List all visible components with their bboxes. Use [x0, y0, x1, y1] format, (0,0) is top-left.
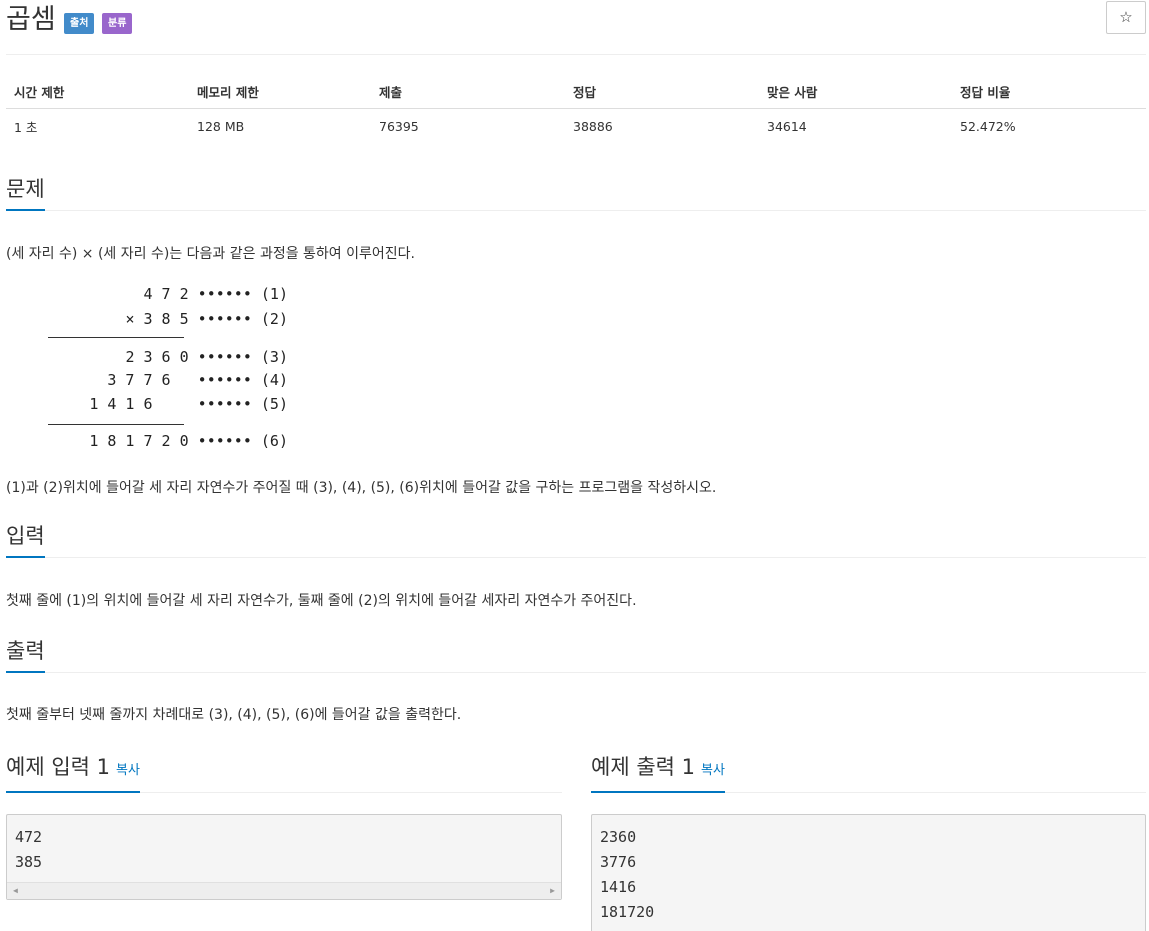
diagram-row-5: 1 4 1 6 •••••• (5)	[89, 395, 288, 413]
input-section-header: 입력	[6, 520, 1146, 558]
sample-output-header: 예제 출력 1 복사	[591, 751, 1146, 793]
sample-output-content: 2360 3776 1416 181720	[592, 815, 1145, 925]
memory-limit-header: 메모리 제한	[189, 74, 371, 109]
triangle-left-icon[interactable]: ◀	[13, 886, 18, 895]
sample-input-title: 예제 입력 1 복사	[6, 752, 140, 793]
problem-section-header: 문제	[6, 173, 1146, 211]
sample-output-line: 2360	[600, 828, 637, 846]
sample-output-line: 3776	[600, 853, 637, 871]
multiplication-diagram: 4 7 2 •••••• (1) × 3 8 5 •••••• (2) 2 3 …	[48, 281, 288, 456]
problem-outro-text: (1)과 (2)위치에 들어갈 세 자리 자연수가 주어질 때 (3), (4)…	[6, 480, 717, 496]
sample-output-box[interactable]: 2360 3776 1416 181720	[591, 814, 1146, 931]
time-limit-header: 시간 제한	[6, 74, 189, 109]
sample-output-heading-text: 예제 출력 1	[591, 755, 695, 779]
submissions-header: 제출	[371, 74, 565, 109]
diagram-divider-1	[48, 337, 184, 338]
problem-page: 곱셈 출처 분류 ☆ 시간 제한 메모리 제한 제출 정답 맞은 사람 정답 비…	[0, 0, 1149, 931]
sample-input-box[interactable]: 472 385 ◀ ▶	[6, 814, 562, 900]
output-section-title: 출력	[6, 636, 45, 673]
solvers-value[interactable]: 34614	[759, 109, 952, 144]
submissions-value[interactable]: 76395	[371, 109, 565, 144]
category-tag[interactable]: 분류	[102, 13, 133, 34]
accept-ratio-value: 52.472%	[960, 118, 1016, 134]
memory-limit-value: 128 MB	[197, 118, 245, 134]
sample-input-content: 472 385	[7, 815, 561, 875]
input-description: 첫째 줄에 (1)의 위치에 들어갈 세 자리 자연수가, 둘째 줄에 (2)의…	[6, 593, 637, 609]
sample-output-copy-button[interactable]: 복사	[701, 763, 725, 778]
solvers-header: 맞은 사람	[759, 74, 952, 109]
diagram-row-2: × 3 8 5 •••••• (2)	[125, 310, 288, 328]
star-button[interactable]: ☆	[1106, 1, 1146, 34]
problem-info-table: 시간 제한 메모리 제한 제출 정답 맞은 사람 정답 비율 1 초 128 M…	[6, 74, 1146, 143]
diagram-row-3: 2 3 6 0 •••••• (3)	[125, 348, 288, 366]
diagram-row-1: 4 7 2 •••••• (1)	[143, 285, 289, 303]
triangle-right-icon[interactable]: ▶	[550, 886, 555, 895]
accepted-header: 정답	[565, 74, 759, 109]
sample-output-line: 1416	[600, 878, 637, 896]
output-section-header: 출력	[6, 635, 1146, 673]
problem-title: 곱셈	[6, 4, 56, 35]
input-section-title: 입력	[6, 521, 45, 558]
problem-section-title: 문제	[6, 174, 45, 211]
diagram-divider-2	[48, 424, 184, 425]
problem-intro-text: (세 자리 수) × (세 자리 수)는 다음과 같은 과정을 통하여 이루어진…	[6, 246, 415, 262]
sample-input-line: 472	[15, 828, 43, 846]
sample-input-heading-text: 예제 입력 1	[6, 755, 110, 779]
problem-header: 곱셈 출처 분류 ☆	[6, 0, 1146, 55]
sample-input-header: 예제 입력 1 복사	[6, 751, 562, 793]
sample-input-copy-button[interactable]: 복사	[116, 763, 140, 778]
diagram-row-6: 1 8 1 7 2 0 •••••• (6)	[89, 432, 288, 450]
diagram-row-4: 3 7 7 6 •••••• (4)	[107, 371, 288, 389]
accepted-value[interactable]: 38886	[565, 109, 759, 144]
sample-output-title: 예제 출력 1 복사	[591, 752, 725, 793]
star-outline-icon: ☆	[1119, 8, 1133, 26]
sample-output-line: 181720	[600, 903, 655, 921]
accept-ratio-header: 정답 비율	[952, 74, 1146, 109]
sample-input-line: 385	[15, 853, 43, 871]
horizontal-scrollbar[interactable]: ◀ ▶	[7, 882, 561, 899]
time-limit-value: 1 초	[14, 119, 38, 135]
info-value-row: 1 초 128 MB 76395 38886 34614 52.472%	[6, 109, 1146, 144]
output-description: 첫째 줄부터 넷째 줄까지 차례대로 (3), (4), (5), (6)에 들…	[6, 707, 462, 723]
info-header-row: 시간 제한 메모리 제한 제출 정답 맞은 사람 정답 비율	[6, 74, 1146, 109]
source-tag[interactable]: 출처	[64, 13, 95, 34]
